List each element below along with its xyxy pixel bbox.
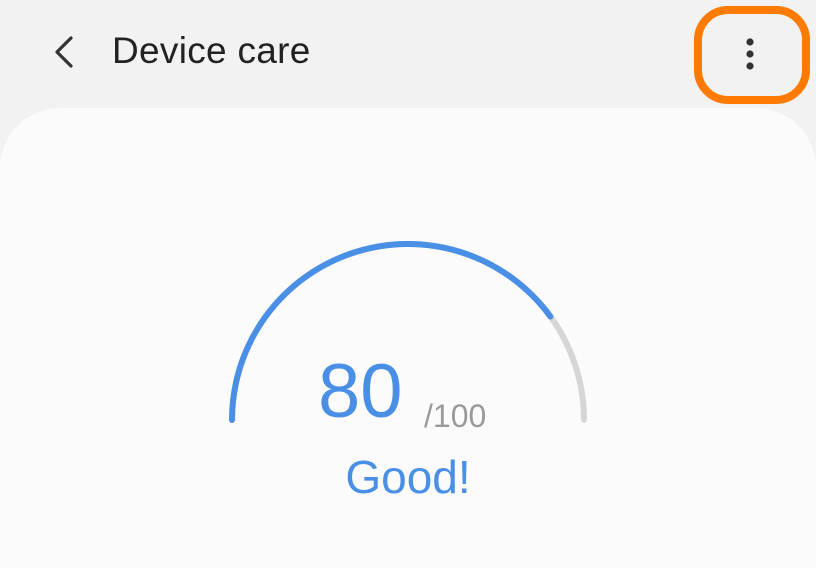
status-text: Good! — [345, 451, 471, 503]
score-max: /100 — [424, 398, 487, 434]
chevron-left-icon — [55, 36, 73, 68]
gauge-track — [229, 241, 587, 423]
more-options-button[interactable] — [718, 22, 782, 86]
page-title: Device care — [112, 30, 311, 71]
score-card: 80 /100 Good! — [0, 108, 816, 568]
health-score: 80 — [318, 349, 403, 434]
more-vertical-icon — [746, 38, 754, 70]
back-button[interactable] — [34, 22, 94, 82]
device-care-screen: Device care 80 /100 Good! — [0, 0, 816, 568]
app-bar: Device care — [0, 0, 816, 108]
